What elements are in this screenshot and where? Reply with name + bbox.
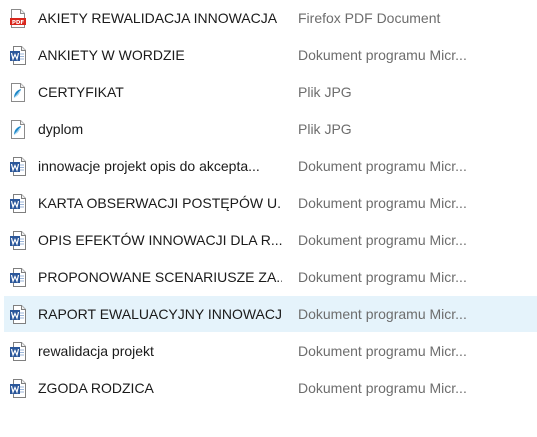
file-list: PDF AKIETY REWALIDACJA INNOWACJA Firefox P… xyxy=(0,0,537,437)
svg-text:PDF: PDF xyxy=(12,20,25,26)
file-row[interactable]: CERTYFIKAT Plik JPG xyxy=(4,74,537,110)
file-row[interactable]: rewalidacja projekt Dokument programu Mic… xyxy=(4,333,537,369)
file-name: CERTYFIKAT xyxy=(38,84,124,100)
word-document-icon xyxy=(10,379,26,398)
file-type: Firefox PDF Document xyxy=(298,10,441,26)
jpg-image-icon xyxy=(10,120,26,139)
file-type: Dokument programu Micr... xyxy=(298,232,467,248)
file-type: Dokument programu Micr... xyxy=(298,269,467,285)
file-name: RAPORT EWALUACYJNY INNOWACJI xyxy=(38,306,282,322)
file-row[interactable]: PDF AKIETY REWALIDACJA INNOWACJA Firefox P… xyxy=(4,0,537,36)
file-type: Dokument programu Micr... xyxy=(298,195,467,211)
word-document-icon xyxy=(10,342,26,361)
file-row[interactable]: innowacje projekt opis do akcepta... Doku… xyxy=(4,148,537,184)
file-name: OPIS EFEKTÓW INNOWACJI DLA R... xyxy=(38,232,282,248)
word-document-icon xyxy=(10,46,26,65)
file-type: Dokument programu Micr... xyxy=(298,158,467,174)
word-document-icon xyxy=(10,305,26,324)
jpg-image-icon xyxy=(10,83,26,102)
file-name: PROPONOWANE SCENARIUSZE ZA... xyxy=(38,269,282,285)
file-name: innowacje projekt opis do akcepta... xyxy=(38,158,260,174)
file-row[interactable]: dyplom Plik JPG xyxy=(4,111,537,147)
file-row[interactable]: ANKIETY W WORDZIE Dokument programu Micr.… xyxy=(4,37,537,73)
file-row[interactable]: ZGODA RODZICA Dokument programu Micr... xyxy=(4,370,537,406)
file-name: dyplom xyxy=(38,121,84,137)
file-row[interactable]: PROPONOWANE SCENARIUSZE ZA... Dokument pr… xyxy=(4,259,537,295)
file-name: KARTA OBSERWACJI POSTĘPÓW U... xyxy=(38,195,282,211)
file-type: Dokument programu Micr... xyxy=(298,47,467,63)
file-type: Dokument programu Micr... xyxy=(298,343,467,359)
file-name: ANKIETY W WORDZIE xyxy=(38,47,185,63)
word-document-icon xyxy=(10,194,26,213)
file-type: Dokument programu Micr... xyxy=(298,380,467,396)
word-document-icon xyxy=(10,157,26,176)
file-row[interactable]: OPIS EFEKTÓW INNOWACJI DLA R... Dokument … xyxy=(4,222,537,258)
file-row[interactable]: RAPORT EWALUACYJNY INNOWACJI Dokument pro… xyxy=(4,296,537,332)
word-document-icon xyxy=(10,231,26,250)
file-name: rewalidacja projekt xyxy=(38,343,154,359)
file-type: Plik JPG xyxy=(298,84,352,100)
pdf-file-icon: PDF xyxy=(10,9,26,28)
file-row[interactable]: KARTA OBSERWACJI POSTĘPÓW U... Dokument p… xyxy=(4,185,537,221)
word-document-icon xyxy=(10,268,26,287)
file-name: ZGODA RODZICA xyxy=(38,380,154,396)
file-type: Dokument programu Micr... xyxy=(298,306,467,322)
file-name: AKIETY REWALIDACJA INNOWACJA xyxy=(38,10,278,26)
file-type: Plik JPG xyxy=(298,121,352,137)
